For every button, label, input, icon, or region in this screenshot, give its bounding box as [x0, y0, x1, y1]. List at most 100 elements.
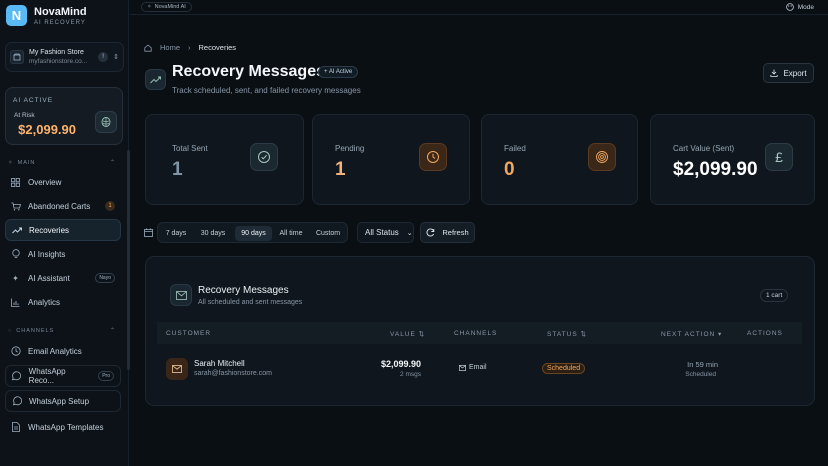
whatsapp-icon [11, 396, 22, 407]
sidebar-item-whatsapp-recovery[interactable]: WhatsApp Reco... Pro [5, 365, 121, 387]
stat-value: 0 [504, 159, 515, 180]
sidebar-item-analytics[interactable]: Analytics [5, 291, 121, 313]
ai-status-card: AI ACTIVE At Risk $2,099.90 [5, 87, 123, 145]
refresh-button[interactable]: Refresh [420, 222, 475, 243]
stat-card-cart-value: Cart Value (Sent) $2,099.90 £ [650, 114, 815, 205]
sidebar-item-label: Recoveries [29, 225, 70, 235]
stat-label: Pending [335, 144, 365, 153]
status-dropdown-value: All Status [365, 228, 399, 237]
brand-subtitle: AI RECOVERY [34, 19, 86, 26]
document-icon [10, 422, 21, 433]
date-range-selector: 7 days 30 days 90 days All time Custom [157, 222, 348, 243]
top-bar: ✧ NovaMind AI Mode [130, 0, 828, 15]
sidebar-item-overview[interactable]: Overview [5, 171, 121, 193]
clock-icon [419, 143, 447, 171]
breadcrumb: Home › Recoveries [144, 43, 236, 52]
col-customer[interactable]: CUSTOMER [166, 330, 211, 337]
sidebar-item-label: WhatsApp Reco... [28, 367, 66, 385]
next-action-status: Scheduled [685, 371, 716, 378]
pound-icon: £ [765, 143, 793, 171]
col-status[interactable]: STATUS ⇅ [547, 330, 587, 338]
stat-card-failed: Failed 0 [481, 114, 638, 205]
range-90-days[interactable]: 90 days [235, 226, 272, 241]
bar-chart-icon [10, 297, 21, 308]
trending-up-icon [145, 69, 166, 90]
sidebar-item-label: Analytics [28, 297, 61, 307]
risk-label: At Risk [14, 112, 35, 119]
page-subtitle: Track scheduled, sent, and failed recove… [172, 86, 361, 95]
sidebar: N NovaMind AI RECOVERY My Fashion Store … [0, 0, 130, 466]
range-7-days[interactable]: 7 days [161, 226, 191, 241]
col-actions: ACTIONS [747, 330, 783, 337]
breadcrumb-home[interactable]: Home [160, 43, 180, 52]
stat-label: Failed [504, 144, 526, 153]
brain-icon [95, 111, 117, 133]
col-next-action[interactable]: NEXT ACTION ▾ [661, 330, 722, 338]
sidebar-item-ai-insights[interactable]: AI Insights [5, 243, 121, 265]
range-custom[interactable]: Custom [310, 226, 346, 241]
chevron-up-icon: ⌃ [109, 160, 116, 166]
store-name: My Fashion Store [29, 49, 84, 56]
mail-icon [459, 364, 466, 371]
ai-active-badge: + AI Active [318, 66, 359, 78]
message-icon: ◌ [8, 327, 13, 334]
sidebar-scrollbar[interactable] [127, 150, 130, 370]
sidebar-item-ai-assistant[interactable]: ✦ AI Assistant Nayo [5, 267, 121, 289]
alert-badge: ! [98, 52, 109, 62]
refresh-icon [426, 228, 435, 237]
sidebar-item-abandoned-carts[interactable]: Abandoned Carts 1 [5, 195, 121, 217]
export-button[interactable]: Export [763, 63, 814, 83]
novamind-ai-pill[interactable]: ✧ NovaMind AI [141, 2, 192, 12]
count-badge: 1 [105, 201, 115, 211]
section-channels-header[interactable]: ◌ CHANNELS ⌃ [8, 327, 116, 335]
mail-icon [170, 284, 192, 306]
sidebar-item-label: WhatsApp Setup [29, 396, 90, 406]
store-selector[interactable]: My Fashion Store myfashionstore.co... ! … [5, 42, 124, 72]
feature-tag: Nayo [95, 273, 115, 283]
sidebar-item-whatsapp-setup[interactable]: WhatsApp Setup [5, 390, 121, 412]
sidebar-item-recoveries[interactable]: Recoveries [5, 219, 121, 241]
status-dropdown[interactable]: All Status ⌄ [357, 222, 414, 243]
cart-value: $2,099.90 [380, 359, 421, 369]
ai-status-label: AI ACTIVE [13, 97, 54, 104]
sidebar-item-label: Email Analytics [28, 346, 82, 356]
sidebar-item-label: Overview [28, 177, 62, 187]
panel-title: Recovery Messages [198, 285, 289, 296]
page-title: Recovery Messages [172, 63, 325, 80]
next-action-time: In 59 min [687, 360, 718, 369]
home-icon [144, 43, 152, 52]
message-count: 2 msgs [400, 371, 421, 378]
grid-icon [10, 177, 21, 188]
store-icon [10, 50, 24, 64]
section-channels-label: CHANNELS [16, 327, 55, 334]
section-main-label: MAIN [17, 159, 36, 166]
stat-value: 1 [335, 159, 346, 180]
sparkle-icon: ✧ [147, 4, 152, 10]
chevron-updown-icon[interactable]: ⇕ [113, 54, 119, 61]
sidebar-item-label: Abandoned Carts [28, 201, 91, 211]
palette-icon [785, 3, 794, 11]
email-icon [10, 346, 21, 357]
col-channels: CHANNELS [454, 330, 498, 337]
export-label: Export [783, 68, 807, 78]
stat-value: 1 [172, 159, 183, 180]
range-30-days[interactable]: 30 days [194, 226, 232, 241]
cart-count-badge: 1 cart [760, 289, 789, 302]
col-value[interactable]: VALUE ⇅ [390, 330, 425, 338]
stat-label: Cart Value (Sent) [673, 144, 735, 153]
section-main-header[interactable]: ✧ MAIN ⌃ [8, 159, 116, 167]
panel-subtitle: All scheduled and sent messages [198, 299, 303, 306]
chevron-up-icon: ⌃ [109, 328, 116, 334]
risk-value: $2,099.90 [18, 122, 76, 137]
sidebar-item-label: AI Insights [28, 249, 66, 259]
mode-toggle[interactable]: Mode [785, 3, 814, 11]
range-all-time[interactable]: All time [275, 226, 307, 241]
sidebar-item-whatsapp-templates[interactable]: WhatsApp Templates [5, 416, 121, 438]
breadcrumb-current: Recoveries [198, 43, 237, 52]
status-badge: Scheduled [542, 363, 586, 374]
brand[interactable]: N NovaMind AI RECOVERY [6, 5, 87, 26]
sidebar-item-email-analytics[interactable]: Email Analytics [5, 340, 121, 362]
sidebar-item-label: AI Assistant [28, 273, 70, 283]
stat-card-pending: Pending 1 [312, 114, 470, 205]
download-icon [770, 69, 779, 77]
